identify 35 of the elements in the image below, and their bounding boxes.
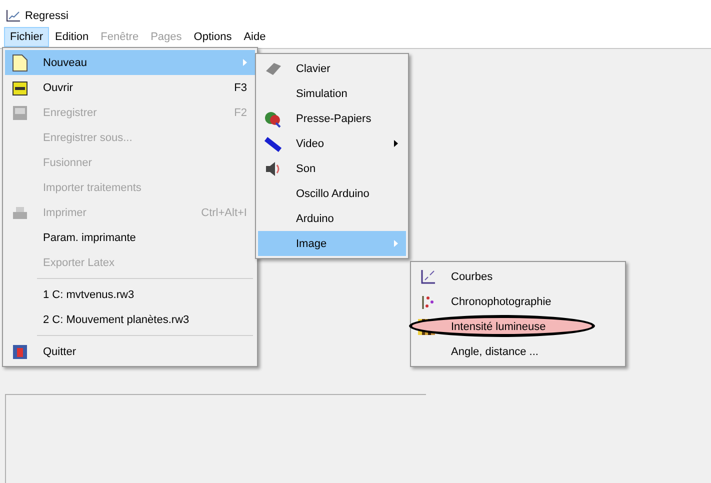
menu-item[interactable]: Param. imprimante	[5, 225, 255, 250]
menu-item[interactable]: Chronophotographie	[413, 289, 623, 314]
menu-item[interactable]: 1 C: mvtvenus.rw3	[5, 282, 255, 307]
menu-item[interactable]: Angle, distance ...	[413, 339, 623, 364]
menu-item[interactable]: Nouveau	[5, 50, 255, 75]
menu-bar-item[interactable]: Fichier	[4, 27, 50, 47]
folder-icon	[12, 80, 28, 96]
film-icon	[264, 136, 282, 152]
menu-bar-item[interactable]: Aide	[238, 27, 272, 47]
window-title: Regressi	[25, 10, 68, 22]
menu-item[interactable]: Oscillo Arduino	[258, 181, 406, 206]
clipboard-icon	[264, 110, 282, 128]
menu-item[interactable]: Ouvrir F3	[5, 75, 255, 100]
menu-item[interactable]: Simulation	[258, 81, 406, 106]
menu-item[interactable]: Son	[258, 156, 406, 181]
chart-icon	[420, 268, 436, 284]
printer-icon	[12, 206, 28, 220]
menu-item[interactable]: Intensité lumineuse	[413, 314, 623, 339]
light-bars-icon	[418, 318, 438, 334]
menu-item[interactable]: 2 C: Mouvement planètes.rw3	[5, 307, 255, 332]
page-icon	[12, 54, 28, 72]
speaker-icon	[265, 160, 281, 176]
menu-item[interactable]: Presse-Papiers	[258, 106, 406, 131]
menu-item[interactable]: Quitter	[5, 339, 255, 364]
exit-icon	[12, 344, 28, 360]
app-icon	[6, 10, 20, 22]
menu-item[interactable]: Image	[258, 231, 406, 256]
menu-item[interactable]: Video	[258, 131, 406, 156]
menu-bar-item[interactable]: Edition	[49, 27, 95, 47]
menu-bar-item[interactable]: Options	[188, 27, 238, 47]
menu-item[interactable]: Arduino	[258, 206, 406, 231]
keyboard-icon	[264, 62, 282, 76]
dots-icon	[420, 294, 436, 310]
menu-item[interactable]: Courbes	[413, 264, 623, 289]
menu-item[interactable]: Clavier	[258, 56, 406, 81]
